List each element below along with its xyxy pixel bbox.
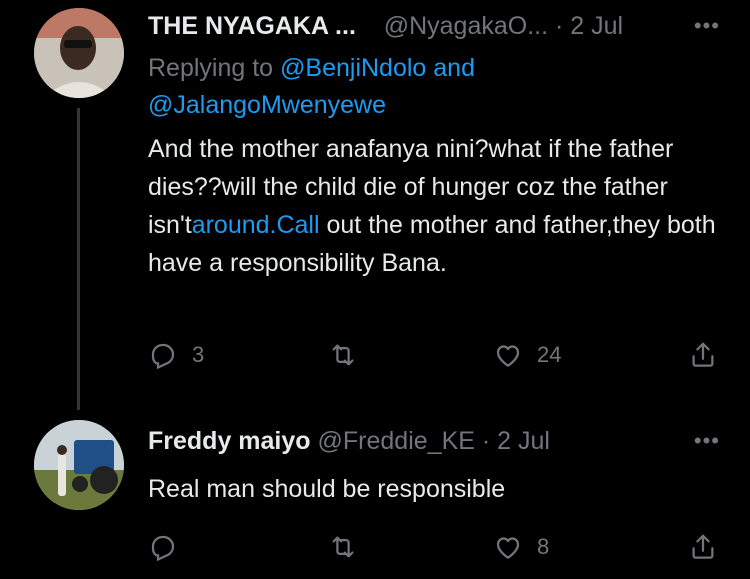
like-button[interactable]: 24 (493, 340, 561, 370)
avatar[interactable] (34, 420, 124, 510)
and-text: and (433, 54, 475, 82)
author-handle[interactable]: @Freddie_KE (318, 427, 475, 455)
author-name[interactable]: THE NYAGAKA ... (148, 12, 356, 40)
more-icon[interactable]: ••• (694, 10, 720, 42)
tweet-actions: 8 (148, 532, 718, 572)
separator-dot: · (555, 12, 564, 40)
author-handle[interactable]: @NyagakaO... (384, 12, 548, 40)
like-count: 8 (537, 534, 550, 559)
tweet-text: Real man should be responsible (148, 475, 506, 503)
replying-prefix: Replying to (148, 54, 274, 82)
reply-count: 3 (192, 342, 205, 367)
text-link[interactable]: around.Call (192, 211, 320, 239)
share-button[interactable] (688, 532, 718, 562)
tweet-header: THE NYAGAKA ... @NyagakaO... · 2 Jul ••• (148, 10, 720, 42)
reply-icon (151, 535, 175, 562)
share-icon (692, 342, 714, 367)
tweet-text: And the mother anafanya nini?what if the… (148, 130, 718, 282)
separator-dot: · (481, 427, 491, 455)
share-icon (692, 534, 714, 559)
author-name[interactable]: Freddy maiyo (148, 427, 311, 455)
like-icon (496, 345, 520, 367)
avatar[interactable] (34, 8, 124, 98)
tweet[interactable]: THE NYAGAKA ... @NyagakaO... · 2 Jul •••… (0, 0, 750, 410)
retweet-button[interactable] (328, 340, 372, 370)
share-button[interactable] (688, 340, 718, 370)
like-count: 24 (537, 342, 562, 367)
replying-to: Replying to @BenjiNdolo and @JalangoMwen… (148, 50, 708, 124)
tweet[interactable]: Freddy maiyo @Freddie_KE · 2 Jul ••• Rea… (0, 410, 750, 579)
like-button[interactable]: 8 (493, 532, 549, 562)
tweet-date[interactable]: 2 Jul (497, 427, 550, 455)
like-icon (496, 537, 520, 559)
retweet-button[interactable] (328, 532, 372, 562)
reply-button[interactable] (148, 532, 192, 562)
reply-icon (151, 343, 175, 370)
tweet-actions: 3 24 (148, 340, 718, 380)
more-icon[interactable]: ••• (694, 425, 720, 457)
retweet-icon (332, 536, 354, 558)
thread-line (77, 108, 80, 410)
mention-link[interactable]: @BenjiNdolo (280, 54, 426, 82)
retweet-icon (332, 344, 354, 366)
tweet-date[interactable]: 2 Jul (570, 12, 623, 40)
reply-button[interactable]: 3 (148, 340, 204, 370)
tweet-header: Freddy maiyo @Freddie_KE · 2 Jul ••• (148, 425, 720, 457)
mention-link[interactable]: @JalangoMwenyewe (148, 91, 386, 119)
